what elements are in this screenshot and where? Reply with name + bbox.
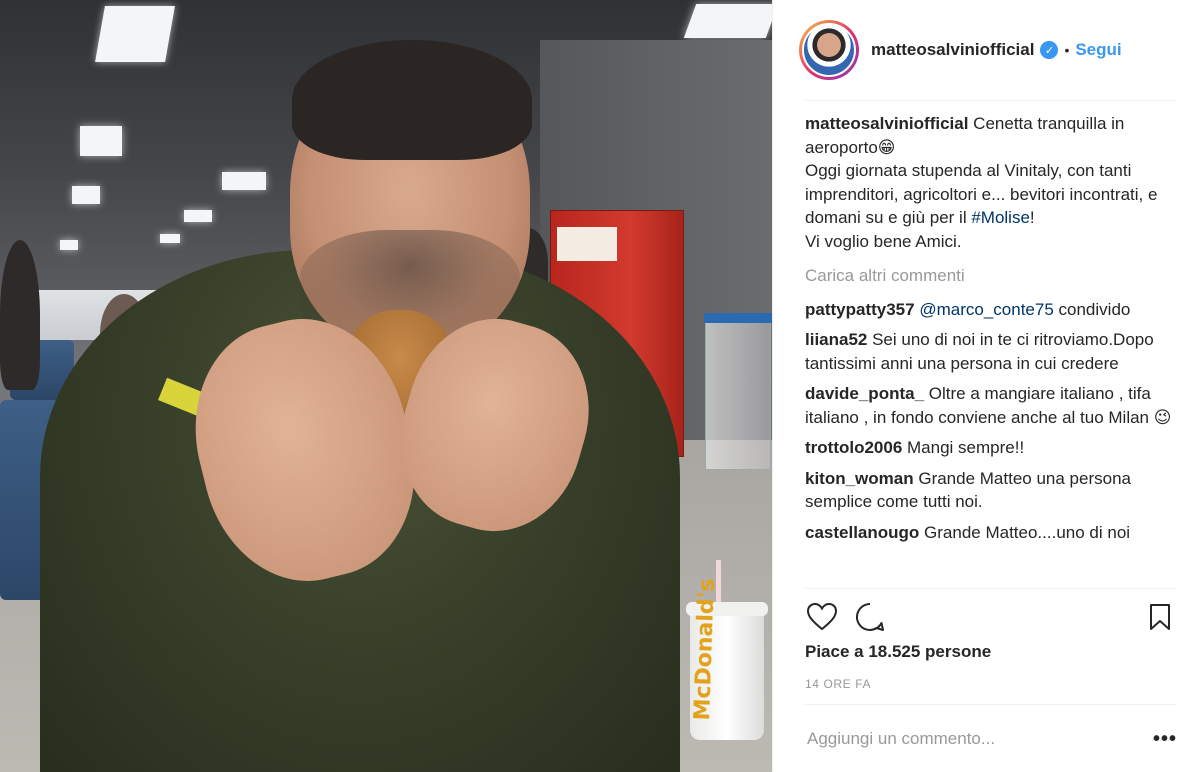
comment-username[interactable]: liiana52 [805,330,867,349]
comment-icon [855,602,884,631]
load-more-comments-link[interactable]: Carica altri commenti [805,264,1177,288]
header-separator: • [1064,42,1070,58]
ceiling-light [683,4,772,38]
post-photo[interactable]: McDonald's [0,0,772,772]
comment-username[interactable]: castellanougo [805,523,919,542]
bin-cap [704,313,772,323]
comment-username[interactable]: pattypatty357 [805,300,915,319]
comment-text: condivido [1053,299,1131,319]
divider [805,100,1177,101]
comment-mention-link[interactable]: @marco_conte75 [919,300,1053,319]
instagram-post: McDonald's matteosalviniofficial ✓ • Seg… [0,0,1200,772]
avatar-ring[interactable] [799,20,859,80]
hashtag-link[interactable]: #Molise [971,208,1030,227]
man-hair [292,40,532,160]
comments-list[interactable]: matteosalviniofficial Cenetta tranquilla… [805,112,1177,588]
caption-text-line3: Vi voglio bene Amici. [805,231,962,251]
likes-count[interactable]: Piace a 18.525 persone [805,642,991,662]
comment-item: davide_ponta_ Oltre a mangiare italiano … [805,382,1177,429]
follow-button[interactable]: Segui [1075,40,1121,60]
divider [805,588,1177,589]
save-button[interactable] [1143,600,1177,634]
divider [805,704,1177,705]
more-options-button[interactable]: ••• [1153,728,1177,751]
ceiling-light [95,6,175,62]
comment-item: kiton_woman Grande Matteo una persona se… [805,467,1177,514]
ceiling-light [80,126,122,156]
comment-item: liiana52 Sei uno di noi in te ci ritrovi… [805,328,1177,375]
header-username[interactable]: matteosalviniofficial [871,40,1034,60]
comment-item: castellanougo Grande Matteo....uno di no… [805,521,1177,545]
avatar[interactable] [802,23,856,77]
ceiling-light [60,240,78,250]
add-comment-bar: ••• [805,722,1177,756]
ceiling-light [222,172,266,190]
caption: matteosalviniofficial Cenetta tranquilla… [805,112,1177,253]
ceiling-light [72,186,100,204]
comment-button[interactable] [853,600,887,634]
post-timestamp: 14 ORE FA [805,677,872,691]
cup-logo: McDonald's [690,578,720,721]
ceiling-light [184,210,212,222]
bystander [0,240,40,390]
like-button[interactable] [805,600,839,634]
post-sidebar: matteosalviniofficial ✓ • Segui matteosa… [772,0,1200,772]
ceiling-light [160,234,180,243]
action-bar [805,600,1177,634]
comment-item: trottolo2006 Mangi sempre!! [805,436,1177,460]
cabinet-label [557,227,617,261]
caption-text-line2-end: ! [1029,208,1035,227]
caption-username[interactable]: matteosalviniofficial [805,114,968,133]
comment-text: Mangi sempre!! [902,438,1025,457]
soda-cup: McDonald's [686,578,768,740]
comment-item: pattypatty357 @marco_conte75 condivido [805,298,1177,322]
waste-bin [704,313,772,470]
bookmark-icon [1150,604,1170,630]
verified-badge-icon: ✓ [1040,41,1059,59]
comment-text: Grande Matteo....uno di noi [919,522,1131,542]
comment-username[interactable]: kiton_woman [805,469,914,488]
post-header: matteosalviniofficial ✓ • Segui [773,0,1200,100]
comment-username[interactable]: davide_ponta_ [805,384,924,403]
heart-icon [807,603,837,631]
comment-username[interactable]: trottolo2006 [805,438,902,457]
comment-input[interactable] [805,728,1153,750]
